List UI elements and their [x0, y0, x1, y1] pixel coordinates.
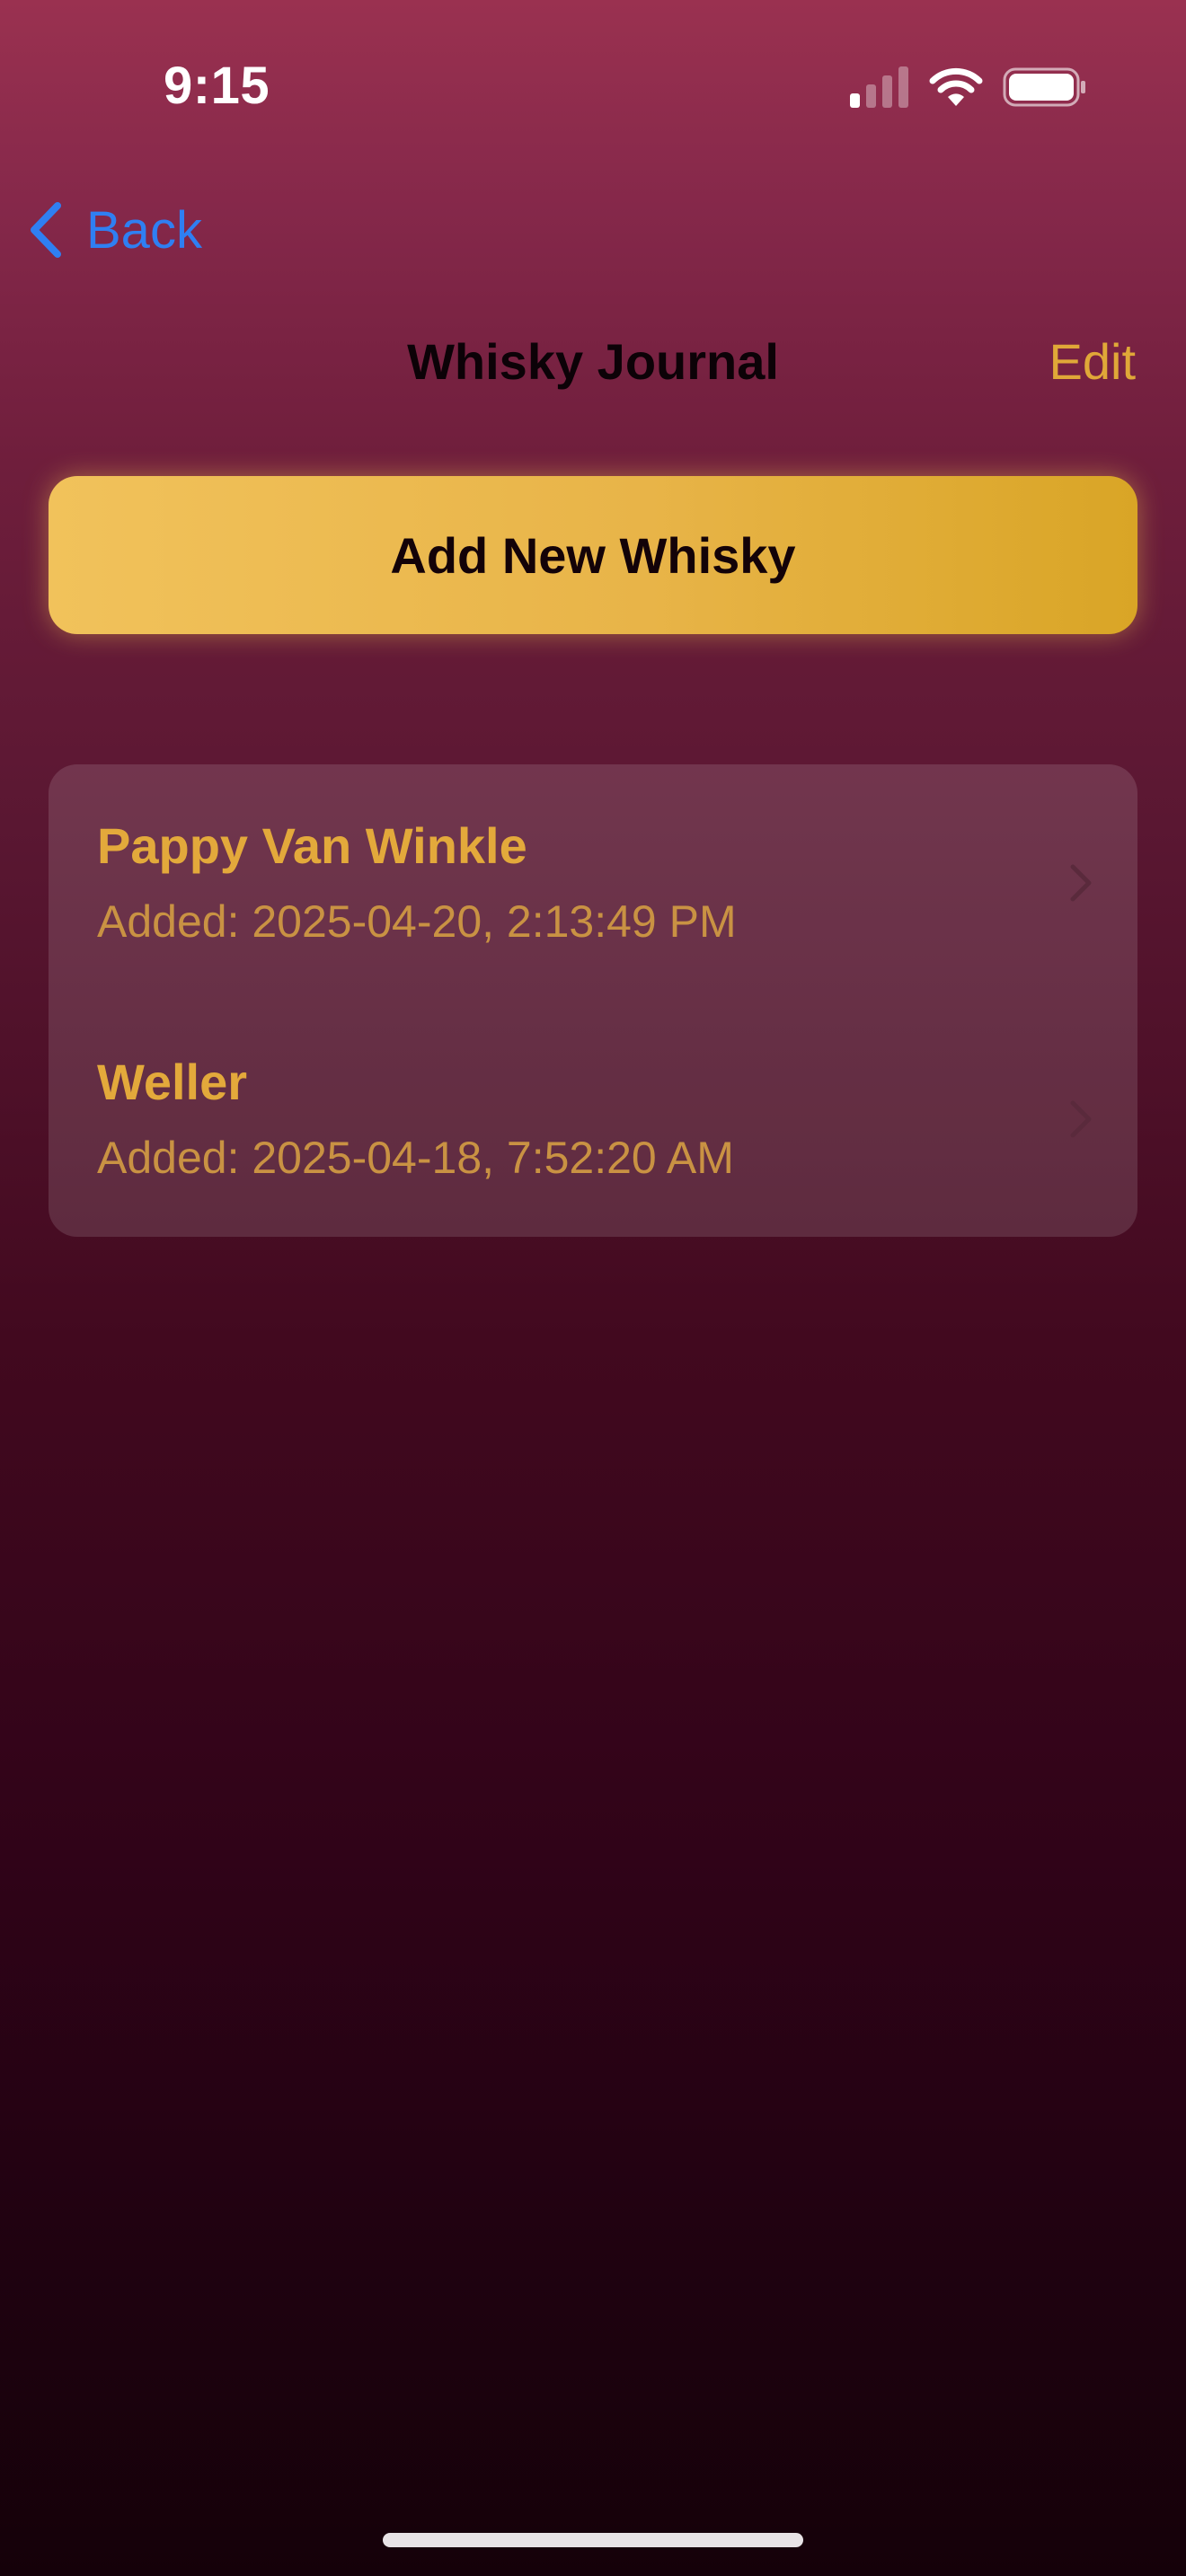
whisky-list: Pappy Van Winkle Added: 2025-04-20, 2:13… — [49, 764, 1137, 1237]
whisky-name: Weller — [97, 1054, 248, 1110]
back-button[interactable]: Back — [27, 194, 202, 266]
whisky-added-date: Added: 2025-04-20, 2:13:49 PM — [97, 896, 737, 947]
add-new-whisky-button[interactable]: Add New Whisky — [49, 476, 1137, 634]
back-label: Back — [86, 200, 202, 260]
status-time: 9:15 — [164, 57, 270, 115]
chevron-right-icon — [1070, 1100, 1092, 1138]
home-indicator[interactable] — [383, 2533, 803, 2547]
wifi-icon — [929, 67, 983, 106]
page-title: Whisky Journal — [407, 333, 779, 390]
chevron-left-icon — [31, 202, 61, 258]
screen: 9:15 Back Whisky Journal Edit Add New Wh… — [0, 0, 1186, 2576]
battery-icon — [1003, 67, 1085, 107]
edit-button[interactable]: Edit — [1049, 332, 1137, 391]
list-item-whisky[interactable]: Pappy Van Winkle Added: 2025-04-20, 2:13… — [49, 764, 1137, 1001]
chevron-right-icon — [1070, 864, 1092, 902]
whisky-name: Pappy Van Winkle — [97, 817, 527, 874]
whisky-added-date: Added: 2025-04-18, 7:52:20 AM — [97, 1133, 734, 1183]
list-item-whisky[interactable]: Weller Added: 2025-04-18, 7:52:20 AM — [49, 1001, 1137, 1237]
cellular-signal-icon — [850, 66, 908, 108]
